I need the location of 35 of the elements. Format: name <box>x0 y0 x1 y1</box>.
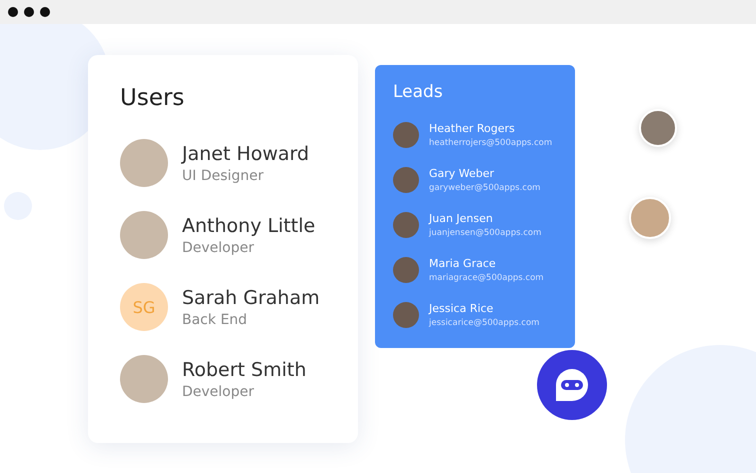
avatar-placeholder <box>120 355 168 403</box>
window-dot <box>24 7 34 17</box>
user-name: Janet Howard <box>182 142 310 164</box>
lead-name: Maria Grace <box>429 256 497 270</box>
window-dot <box>40 7 50 17</box>
avatar-placeholder <box>393 212 419 238</box>
avatar-placeholder <box>393 256 419 282</box>
initials-avatar: SG <box>120 283 168 331</box>
avatar-placeholder <box>393 166 419 192</box>
lead-name: Heather Rogers <box>429 122 516 134</box>
lead-email: jessicarice@500apps.com <box>429 318 540 328</box>
card-title: Users <box>120 85 186 111</box>
user-role: Developer <box>182 240 256 256</box>
lead-email: garyweber@500apps.com <box>429 182 540 192</box>
lead-name: Gary Weber <box>429 166 496 180</box>
avatar-placeholder <box>393 302 419 328</box>
user-name: Sarah Graham <box>182 286 320 308</box>
avatar-placeholder <box>639 109 677 147</box>
chat-bot-icon <box>554 367 590 403</box>
lead-email: heatherrojers@500apps.com <box>429 138 552 148</box>
avatar-placeholder <box>393 122 419 148</box>
user-role: Back End <box>182 312 248 328</box>
card-title: Leads <box>393 82 444 102</box>
lead-name: Juan Jensen <box>429 212 494 224</box>
user-role: Developer <box>182 384 256 400</box>
avatar-placeholder <box>629 197 671 239</box>
avatar-placeholder <box>120 139 168 187</box>
lead-email: juanjensen@500apps.com <box>429 228 542 238</box>
avatar-placeholder <box>120 211 168 259</box>
user-name: Robert Smith <box>182 358 306 380</box>
lead-name: Jessica Rice <box>429 302 494 314</box>
user-role: UI Designer <box>182 168 265 184</box>
lead-email: mariagrace@500apps.com <box>429 272 544 282</box>
window-dot <box>8 7 18 17</box>
user-name: Anthony Little <box>182 214 316 236</box>
